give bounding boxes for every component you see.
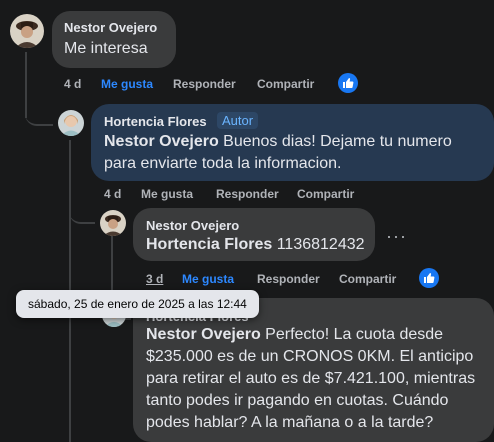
timestamp-tooltip: sábado, 25 de enero de 2025 a las 12:44 [16, 290, 259, 318]
comment-text: Nestor Ovejero Buenos dias! Dejame tu nu… [104, 131, 484, 175]
comment-actions: 3 d Me gusta Responder Compartir [146, 272, 416, 288]
reply-button[interactable]: Responder [216, 187, 279, 201]
like-button[interactable]: Me gusta [141, 187, 193, 201]
like-reaction-icon[interactable] [419, 268, 439, 288]
comment-timestamp[interactable]: 3 d [146, 272, 163, 286]
avatar-nestor-icon [10, 14, 44, 48]
comment-text: Hortencia Flores 1136812432 [146, 234, 374, 256]
mention-link[interactable]: Hortencia Flores [146, 236, 272, 253]
avatar[interactable] [10, 14, 44, 48]
thread-curve-2 [69, 200, 95, 224]
mention-link[interactable]: Nestor Ovejero [104, 133, 219, 150]
comment-text: Me interesa [64, 40, 148, 57]
comment-actions: 4 d Me gusta Responder Compartir [104, 187, 384, 203]
comment-text: Nestor Ovejero Perfecto! La cuota desde … [146, 324, 486, 434]
avatar[interactable] [100, 210, 126, 236]
avatar[interactable] [58, 110, 84, 136]
avatar-hortencia-icon [58, 110, 84, 136]
thread-curve-1 [25, 104, 53, 126]
comment-timestamp[interactable]: 4 d [64, 77, 81, 91]
comment-author[interactable]: Nestor Ovejero [146, 218, 239, 233]
avatar-nestor-icon [100, 210, 126, 236]
share-button[interactable]: Compartir [339, 272, 396, 286]
reply-button[interactable]: Responder [257, 272, 320, 286]
comment-timestamp[interactable]: 4 d [104, 187, 121, 201]
reply-button[interactable]: Responder [173, 77, 236, 91]
author-badge: Autor [217, 112, 259, 129]
like-button[interactable]: Me gusta [101, 77, 153, 91]
comments-thread: Nestor Ovejero Me interesa 4 d Me gusta … [0, 0, 494, 442]
comment-text-content: 1136812432 [272, 236, 365, 253]
comment-author[interactable]: Nestor Ovejero [64, 20, 157, 35]
share-button[interactable]: Compartir [257, 77, 314, 91]
share-button[interactable]: Compartir [297, 187, 354, 201]
comment-actions: 4 d Me gusta Responder Compartir [64, 77, 354, 93]
like-reaction-icon[interactable] [338, 73, 358, 93]
comment-author[interactable]: Hortencia Flores [104, 114, 207, 129]
more-options-button[interactable]: ··· [386, 227, 407, 245]
mention-link[interactable]: Nestor Ovejero [146, 326, 261, 343]
like-button[interactable]: Me gusta [182, 272, 234, 286]
